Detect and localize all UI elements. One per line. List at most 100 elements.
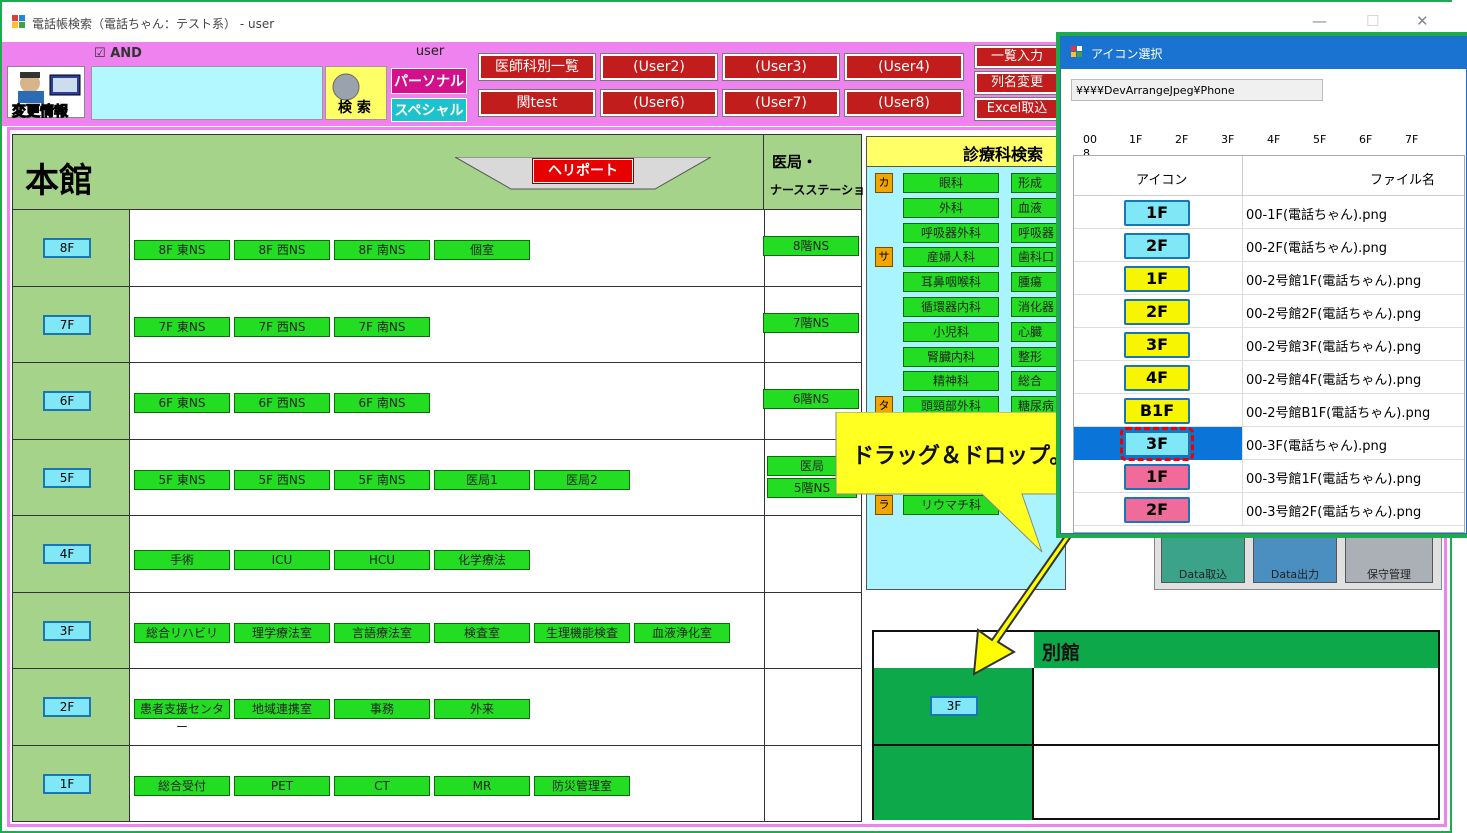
floor-icon-preview[interactable]: 1F [1124,200,1190,226]
excel-import-button[interactable]: Excel取込 [974,97,1060,121]
floor-icon-preview[interactable]: 3F [1124,332,1190,358]
red-button-1[interactable]: 医師科別一覧 [478,53,596,81]
grid-row[interactable]: 1F 00-3号館1F(電話ちゃん).png [1074,460,1464,493]
dept-button[interactable]: 患者支援センター [134,699,230,734]
maximize-icon[interactable]: ☐ [1366,12,1379,30]
clinic-button[interactable]: 心臓 [1011,321,1067,342]
dept-button[interactable]: 外来 [434,699,530,719]
floor-button[interactable]: 1F [43,773,91,794]
grid-row[interactable]: 3F 00-3F(電話ちゃん).png [1074,427,1464,461]
red-button-7[interactable]: (User7) [722,89,840,117]
floor-icon-preview[interactable]: 2F [1124,299,1190,325]
dept-button[interactable]: 6F 南NS [334,393,430,413]
floor-button[interactable]: 2F [43,697,91,717]
dept-button[interactable]: 8F 西NS [234,240,330,260]
dept-button[interactable]: HCU [334,550,430,570]
dept-button[interactable]: 血液浄化室 [634,622,730,643]
dialog-tab[interactable]: 5F [1313,133,1359,146]
floor-button[interactable]: 7F [43,314,91,335]
and-checkbox[interactable]: ☑ AND [94,46,142,61]
change-info-button[interactable]: 変更情報 [7,66,85,121]
dept-button[interactable]: 化学療法 [434,550,530,570]
grid-row[interactable]: 3F 00-2号館3F(電話ちゃん).png [1074,328,1464,361]
floor-button[interactable]: 3F [43,620,91,641]
annex-floor-button[interactable]: 3F [930,696,978,716]
dialog-tab[interactable]: 6F [1359,133,1405,146]
dept-button[interactable]: 5F 東NS [134,469,230,490]
clinic-button[interactable]: 循環器内科 [903,297,999,317]
floor-icon-preview[interactable]: 1F [1124,464,1190,490]
red-button-6[interactable]: (User6) [600,89,718,117]
close-icon[interactable]: ✕ [1416,12,1429,30]
red-button-8[interactable]: (User8) [844,89,964,117]
dept-button[interactable]: ICU [234,550,330,570]
clinic-button[interactable]: 腎臓内科 [903,346,999,367]
grid-row[interactable]: 2F 00-3号館2F(電話ちゃん).png [1074,493,1464,526]
dept-button[interactable]: 8F 東NS [134,240,230,260]
grid-row[interactable]: 1F 00-1F(電話ちゃん).png [1074,196,1464,229]
clinic-button[interactable]: 歯科口 [1011,247,1067,268]
clinic-button[interactable]: 形成 [1011,173,1067,193]
floor-icon-preview[interactable]: 1F [1124,266,1190,292]
clinic-button[interactable]: 消化器 [1011,297,1067,317]
clinic-button[interactable]: 耳鼻咽喉科 [903,272,999,293]
floor-icon-preview[interactable]: 3F [1120,427,1194,461]
clinic-button[interactable]: 眼科 [903,173,999,193]
data-import-button[interactable]: Data取込 [1161,533,1245,583]
list-input-button[interactable]: 一覧入力 [974,45,1060,69]
floor-button[interactable]: 8F [43,238,91,258]
ns-button[interactable]: 8階NS [763,236,859,256]
floor-icon-preview[interactable]: B1F [1124,398,1190,424]
dialog-tab[interactable]: 4F [1267,133,1313,146]
dept-button[interactable]: 手術 [134,550,230,570]
grid-row[interactable]: 4F 00-2号館4F(電話ちゃん).png [1074,361,1464,394]
kana-index-button[interactable]: カ [875,173,893,193]
special-button[interactable]: スペシャル [391,98,467,122]
dept-button[interactable]: 総合リハビリ [134,622,230,643]
floor-icon-preview[interactable]: 4F [1124,365,1190,391]
dialog-tab[interactable]: 7F [1405,133,1451,146]
clinic-button[interactable]: 総合 [1011,371,1067,392]
red-button-2[interactable]: (User2) [600,53,718,81]
dept-button[interactable]: 医局1 [434,469,530,490]
clinic-button[interactable]: 精神科 [903,371,999,392]
floor-button[interactable]: 5F [43,467,91,488]
dept-button[interactable]: 5F 西NS [234,469,330,490]
data-export-button[interactable]: Data出力 [1253,533,1337,583]
kana-index-button[interactable]: サ [875,247,893,268]
floor-icon-preview[interactable]: 2F [1124,233,1190,259]
dept-button[interactable]: 理学療法室 [234,622,330,643]
clinic-button[interactable]: 小児科 [903,321,999,342]
dept-button[interactable]: 5F 南NS [334,469,430,490]
rename-column-button[interactable]: 列名変更 [974,71,1060,95]
dept-button[interactable]: 医局2 [534,469,630,490]
clinic-button[interactable]: 呼吸器 [1011,222,1067,243]
dept-button[interactable]: MR [434,775,530,796]
clinic-button[interactable]: 産婦人科 [903,247,999,268]
dept-button[interactable]: CT [334,775,430,796]
dept-button[interactable]: 6F 西NS [234,393,330,413]
dept-button[interactable]: 検査室 [434,622,530,643]
grid-row[interactable]: 2F 00-2F(電話ちゃん).png [1074,229,1464,262]
path-field[interactable]: ¥¥¥¥DevArrangeJpeg¥Phone [1071,79,1323,101]
dept-button[interactable]: 防災管理室 [534,775,630,796]
dept-button[interactable]: 地域連携室 [234,699,330,719]
clinic-button[interactable]: 血液 [1011,197,1067,218]
clinic-button[interactable]: 整形 [1011,346,1067,367]
search-input[interactable] [91,66,323,120]
dept-button[interactable]: 7F 南NS [334,316,430,337]
clinic-button[interactable]: 腫瘍 [1011,272,1067,293]
clinic-button[interactable]: 呼吸器外科 [903,222,999,243]
heliport-button[interactable]: ヘリポート [532,158,634,184]
dialog-tab[interactable]: 1F [1129,133,1175,146]
dialog-tab[interactable]: 3F [1221,133,1267,146]
dept-button[interactable]: 7F 西NS [234,316,330,337]
grid-row[interactable]: B1F 00-2号館B1F(電話ちゃん).png [1074,394,1464,427]
floor-icon-preview[interactable]: 2F [1124,497,1190,523]
dialog-tab[interactable]: 00 [1083,133,1129,146]
ns-button[interactable]: 7階NS [763,312,859,333]
red-button-5[interactable]: 関test [478,89,596,117]
clinic-button[interactable]: 外科 [903,197,999,218]
dept-button[interactable]: 総合受付 [134,775,230,796]
ns-button[interactable]: 6階NS [763,389,859,409]
